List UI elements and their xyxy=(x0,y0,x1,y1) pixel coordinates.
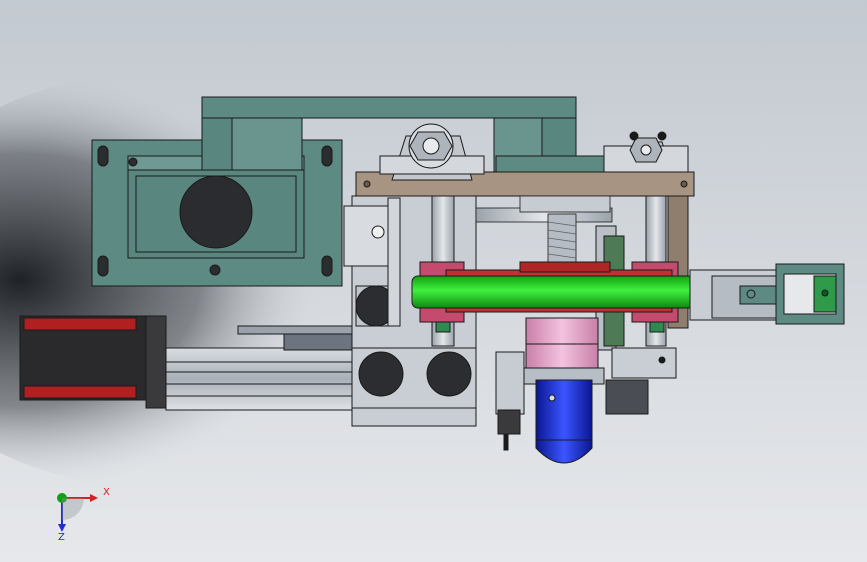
triad-z-label: Z xyxy=(58,532,65,543)
cad-viewport[interactable]: X Z xyxy=(0,0,867,562)
gear-motor[interactable] xyxy=(535,379,593,464)
drive-belt[interactable] xyxy=(411,275,711,309)
belt-tensioner xyxy=(387,197,401,327)
coupling[interactable] xyxy=(519,317,605,385)
assembly-drawing xyxy=(0,0,867,562)
stepper-motor-left[interactable] xyxy=(19,315,167,409)
triad-x-label: X xyxy=(103,487,110,498)
right-arm-assembly[interactable] xyxy=(689,263,845,325)
